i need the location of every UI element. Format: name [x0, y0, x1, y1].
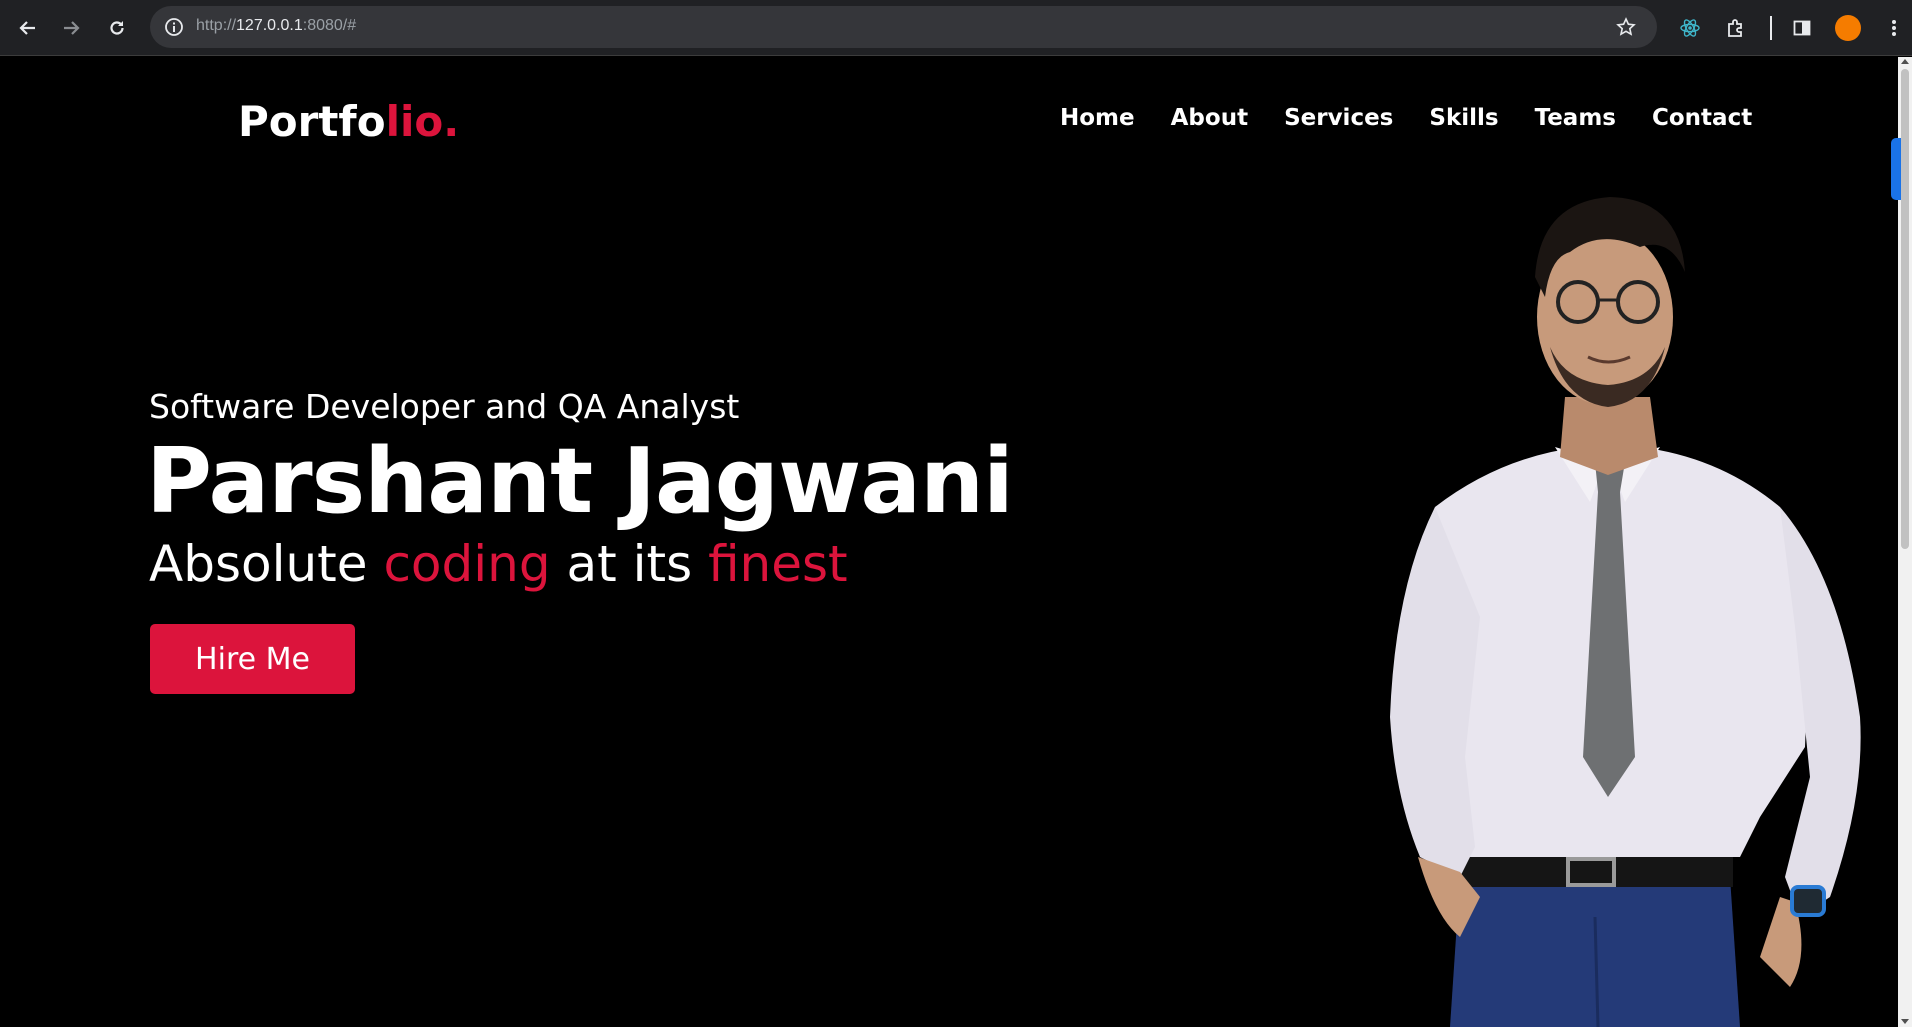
side-indicator [1891, 138, 1901, 200]
nav-contact[interactable]: Contact [1652, 105, 1752, 131]
nav-skills[interactable]: Skills [1429, 105, 1498, 131]
side-panel-button[interactable] [1786, 12, 1818, 44]
hire-me-button[interactable]: Hire Me [150, 624, 355, 694]
nav-about[interactable]: About [1171, 105, 1248, 131]
puzzle-icon [1728, 19, 1742, 37]
info-icon [165, 18, 183, 36]
browser-toolbar: http://127.0.0.1:8080/# [0, 0, 1912, 56]
extension-react-button[interactable] [1674, 12, 1706, 44]
main-nav: Home About Services Skills Teams Contact [1060, 105, 1752, 131]
tagline-highlight: coding [383, 535, 551, 593]
nav-home[interactable]: Home [1060, 105, 1135, 131]
url-rest: :8080/# [302, 17, 357, 34]
site-logo[interactable]: Portfolio. [238, 97, 459, 146]
scroll-down-icon[interactable] [1901, 1019, 1909, 1024]
hero-name: Parshant Jagwani [146, 429, 1014, 534]
nav-services[interactable]: Services [1284, 105, 1393, 131]
page-scrollbar[interactable] [1898, 57, 1912, 1027]
url-host: 127.0.0.1 [236, 17, 303, 34]
back-button[interactable] [12, 12, 44, 44]
reload-button[interactable] [101, 12, 133, 44]
profile-avatar[interactable] [1835, 15, 1861, 41]
logo-text: Portfo [238, 97, 386, 146]
side-panel-icon [1793, 20, 1811, 36]
tagline-part: Absolute [149, 535, 384, 593]
extensions-button[interactable] [1720, 12, 1752, 44]
react-devtools-icon [1680, 19, 1700, 37]
portfolio-page: Portfolio. Home About Services Skills Te… [0, 57, 1898, 1027]
scroll-thumb[interactable] [1901, 69, 1909, 549]
toolbar-divider [1770, 16, 1772, 40]
nav-teams[interactable]: Teams [1535, 105, 1616, 131]
forward-button[interactable] [55, 12, 87, 44]
hero-tagline: Absolute coding at its finest [149, 535, 848, 593]
profile-photo [1390, 197, 1861, 1027]
arrow-left-icon [19, 21, 35, 35]
url-text[interactable]: http://127.0.0.1:8080/# [196, 17, 356, 35]
reload-icon [110, 21, 124, 35]
url-scheme: http:// [196, 17, 237, 34]
bookmark-star-icon[interactable] [1616, 17, 1636, 37]
scroll-up-icon[interactable] [1901, 59, 1909, 64]
more-vertical-icon [1892, 20, 1896, 36]
browser-menu-button[interactable] [1878, 12, 1910, 44]
logo-accent-text: lio. [385, 97, 460, 146]
arrow-right-icon [64, 21, 80, 35]
hero-subtitle: Software Developer and QA Analyst [149, 387, 740, 426]
tagline-highlight: finest [708, 535, 848, 593]
address-bar[interactable]: http://127.0.0.1:8080/# [150, 6, 1657, 48]
tagline-part: at its [550, 535, 709, 593]
